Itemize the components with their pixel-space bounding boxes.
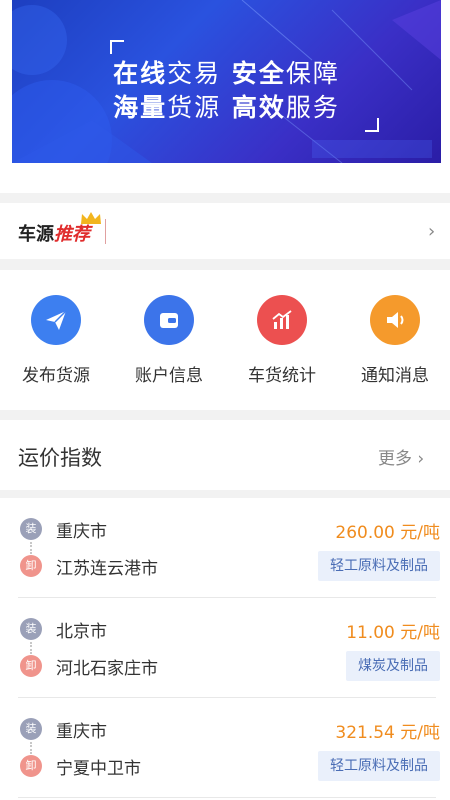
vehicle-recommend-row[interactable]: 车源推荐 › xyxy=(0,203,450,259)
destination-city: 江苏连云港市 xyxy=(56,559,158,579)
freight-price: 260.00 元/吨 xyxy=(335,523,440,543)
function-grid: 发布货源 账户信息 车货统计 通知消息 xyxy=(0,270,450,410)
destination-city: 宁夏中卫市 xyxy=(56,759,141,779)
grid-label: 车货统计 xyxy=(248,366,316,386)
load-tag: 装 xyxy=(20,518,42,540)
route-connector xyxy=(30,642,32,654)
wallet-icon xyxy=(144,295,194,345)
list-item[interactable]: 装 卸 北京市 河北石家庄市 11.00 元/吨 煤炭及制品 xyxy=(0,598,450,698)
freight-route-list: 装 卸 重庆市 江苏连云港市 260.00 元/吨 轻工原料及制品 装 卸 北京… xyxy=(0,498,450,800)
freight-price: 11.00 元/吨 xyxy=(346,623,440,643)
send-icon xyxy=(31,295,81,345)
banner-slogan-line1: 在线交易 安全保障 xyxy=(113,59,340,88)
grid-label: 通知消息 xyxy=(361,366,429,386)
grid-label: 账户信息 xyxy=(135,366,203,386)
route-connector xyxy=(30,542,32,554)
route-connector xyxy=(30,742,32,754)
grid-item-notifications[interactable]: 通知消息 xyxy=(339,295,450,386)
list-item[interactable]: 装 卸 重庆市 宁夏中卫市 321.54 元/吨 轻工原料及制品 xyxy=(0,698,450,798)
more-link[interactable]: 更多 › xyxy=(378,444,424,469)
recommend-divider xyxy=(105,219,106,244)
banner-slogan-line2: 海量货源 高效服务 xyxy=(113,93,340,122)
origin-city: 北京市 xyxy=(56,622,107,642)
banner-corner-top-left xyxy=(110,40,124,54)
load-tag: 装 xyxy=(20,718,42,740)
grid-item-cargo-statistics[interactable]: 车货统计 xyxy=(226,295,338,386)
unload-tag: 卸 xyxy=(20,755,42,777)
banner-container: 在线交易 安全保障 海量货源 高效服务 xyxy=(0,0,450,193)
cargo-type-badge: 轻工原料及制品 xyxy=(318,751,440,781)
speaker-icon xyxy=(370,295,420,345)
load-tag: 装 xyxy=(20,618,42,640)
section-title: 运价指数 xyxy=(18,446,102,470)
promo-banner[interactable]: 在线交易 安全保障 海量货源 高效服务 xyxy=(12,0,441,163)
freight-price: 321.54 元/吨 xyxy=(335,723,440,743)
list-item[interactable]: 装 卸 重庆市 江苏连云港市 260.00 元/吨 轻工原料及制品 xyxy=(0,498,450,598)
chart-icon xyxy=(257,295,307,345)
cargo-type-badge: 轻工原料及制品 xyxy=(318,551,440,581)
grid-item-account-info[interactable]: 账户信息 xyxy=(113,295,225,386)
grid-label: 发布货源 xyxy=(22,366,90,386)
cargo-type-badge: 煤炭及制品 xyxy=(346,651,440,681)
divider xyxy=(18,797,436,798)
crown-icon xyxy=(81,212,101,224)
freight-index-header: 运价指数 更多 › xyxy=(0,420,450,490)
origin-city: 重庆市 xyxy=(56,522,107,542)
unload-tag: 卸 xyxy=(20,655,42,677)
chevron-right-icon[interactable]: › xyxy=(428,221,435,242)
unload-tag: 卸 xyxy=(20,555,42,577)
destination-city: 河北石家庄市 xyxy=(56,659,158,679)
grid-item-publish-cargo[interactable]: 发布货源 xyxy=(0,295,112,386)
origin-city: 重庆市 xyxy=(56,722,107,742)
